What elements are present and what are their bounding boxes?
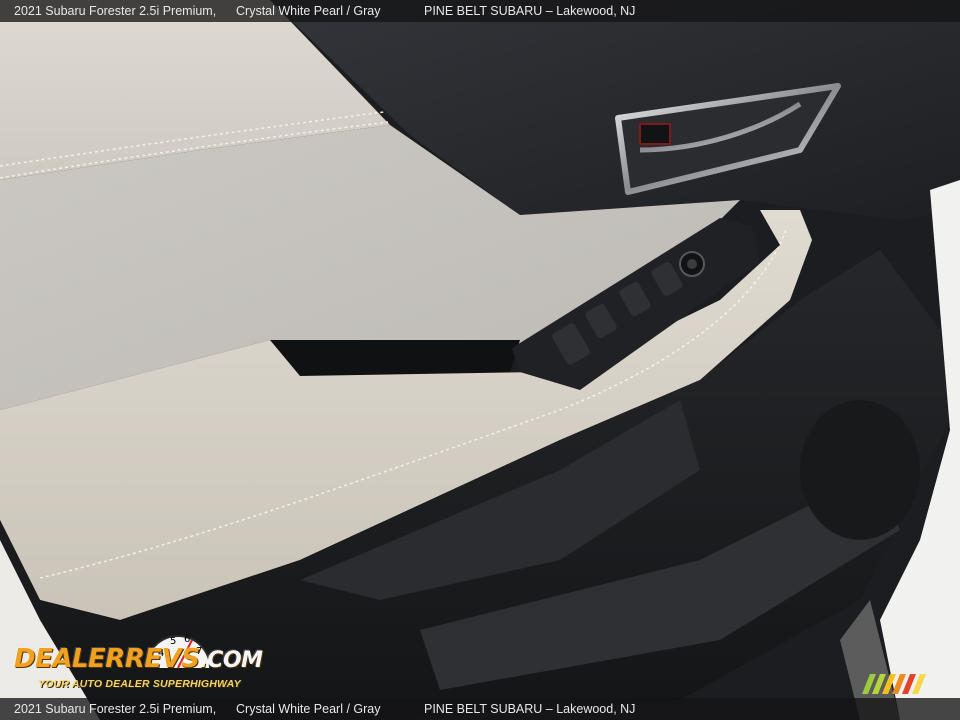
grab-pocket <box>270 340 520 376</box>
dealerrevs-tagline: YOUR AUTO DEALER SUPERHIGHWAY <box>38 678 241 690</box>
caption-bar-bottom: 2021 Subaru Forester 2.5i Premium, Cryst… <box>0 698 960 720</box>
speaker-grille <box>800 400 920 540</box>
vehicle-title: 2021 Subaru Forester 2.5i Premium, <box>14 4 217 18</box>
vehicle-color: Crystal White Pearl / Gray <box>236 4 381 18</box>
color-stripes-icon <box>862 674 926 694</box>
dealer-name-bottom: PINE BELT SUBARU – Lakewood, NJ <box>424 702 636 716</box>
vehicle-title-bottom: 2021 Subaru Forester 2.5i Premium, <box>14 702 217 716</box>
dealerrevs-logo-text: DEALERREVS.COM <box>14 644 263 674</box>
vehicle-color-bottom: Crystal White Pearl / Gray <box>236 702 381 716</box>
dealerrevs-watermark: 4 5 6 7 DEALERREVS.COM YOUR AUTO DEALER … <box>12 626 272 696</box>
door-panel-photo <box>0 0 960 720</box>
dealer-name: PINE BELT SUBARU – Lakewood, NJ <box>424 4 636 18</box>
caption-bar-top: 2021 Subaru Forester 2.5i Premium, Cryst… <box>0 0 960 22</box>
